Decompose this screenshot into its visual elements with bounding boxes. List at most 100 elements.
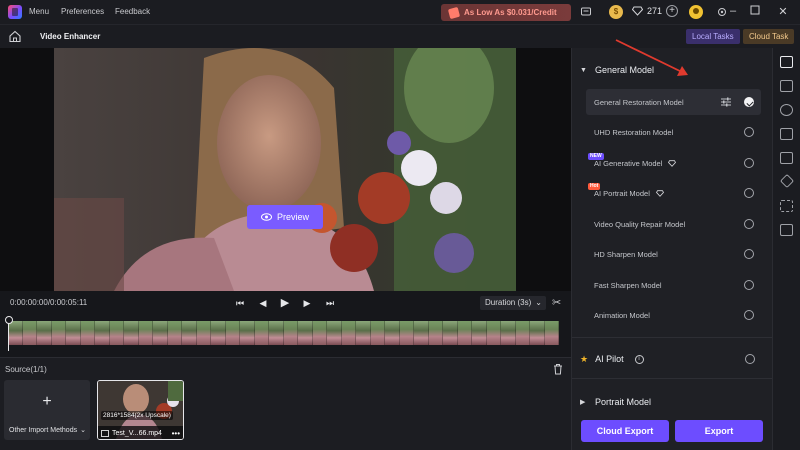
maximize-button[interactable]: [748, 5, 762, 19]
filmstrip-frame: [138, 321, 153, 345]
timecode: 0:00:00:00/0:00:05:11: [10, 298, 88, 307]
star-icon: ★: [580, 353, 589, 364]
filmstrip-frame: [22, 321, 37, 345]
ai-pilot-row[interactable]: ★ AI Pilot i: [572, 350, 773, 368]
clip-name: Test_V...66.mp4: [112, 429, 162, 437]
preferences-button[interactable]: Preferences: [61, 7, 104, 16]
model-label: General Restoration Model: [594, 97, 684, 107]
video-image: [54, 48, 516, 291]
scissors-icon[interactable]: ✂: [552, 296, 564, 310]
add-credits-button[interactable]: +: [666, 5, 679, 17]
video-enhancer-icon[interactable]: [780, 56, 793, 68]
radio[interactable]: [744, 249, 754, 259]
play-icon[interactable]: ▶: [278, 296, 292, 310]
minimize-button[interactable]: –: [726, 4, 740, 18]
model-hd-sharpen[interactable]: HD Sharpen Model: [586, 241, 761, 267]
model-animation[interactable]: Animation Model: [586, 302, 761, 328]
close-button[interactable]: ✕: [776, 5, 790, 19]
clip-name-row: Test_V...66.mp4 •••: [98, 426, 183, 439]
preview-button[interactable]: Preview: [247, 205, 323, 229]
filmstrip-frame: [501, 321, 516, 345]
skip-back-icon[interactable]: ⏮: [233, 296, 247, 310]
duration-label: Duration (3s): [485, 298, 532, 307]
coin-icon[interactable]: $: [609, 5, 623, 19]
radio-checked[interactable]: [744, 97, 754, 107]
filmstrip-frame: [80, 321, 95, 345]
filmstrip-frame: [399, 321, 414, 345]
source-panel: Source(1/1) + Other Import Methods ⌄ 281…: [0, 357, 571, 450]
promo-banner[interactable]: As Low As $0.031/Credit: [441, 4, 571, 21]
source-label: Source(1/1): [5, 365, 47, 374]
radio[interactable]: [744, 280, 754, 290]
timeline[interactable]: [0, 315, 571, 357]
model-general-restoration[interactable]: General Restoration Model: [586, 89, 761, 115]
filmstrip-frame: [254, 321, 269, 345]
edit-icon[interactable]: [780, 152, 793, 164]
home-icon[interactable]: [8, 30, 22, 43]
preview-area: Preview: [0, 48, 571, 291]
filmstrip-frame: [269, 321, 284, 345]
import-card[interactable]: + Other Import Methods ⌄: [4, 380, 90, 440]
model-video-quality-repair[interactable]: Video Quality Repair Model: [586, 211, 761, 237]
local-tasks-button[interactable]: Local Tasks: [686, 29, 740, 44]
model-fast-sharpen[interactable]: Fast Sharpen Model: [586, 272, 761, 298]
message-icon[interactable]: [580, 6, 592, 18]
interpolation-icon[interactable]: [780, 80, 793, 92]
radio[interactable]: [744, 127, 754, 137]
filmstrip-frame: [51, 321, 66, 345]
filmstrip-frame: [109, 321, 124, 345]
model-label: Video Quality Repair Model: [594, 219, 686, 229]
duration-select[interactable]: Duration (3s) ⌄: [480, 296, 546, 310]
filmstrip-frame: [211, 321, 226, 345]
skip-forward-icon[interactable]: ⏭: [323, 296, 337, 310]
app-logo: [8, 5, 22, 19]
export-video-icon[interactable]: [780, 224, 793, 236]
divider: [572, 378, 773, 379]
next-frame-icon[interactable]: ▶: [300, 296, 314, 310]
cloud-export-button[interactable]: Cloud Export: [581, 420, 669, 442]
diamond-icon: [668, 159, 677, 167]
preview-button-label: Preview: [276, 212, 309, 222]
settings-sliders-icon[interactable]: [721, 97, 731, 107]
eraser-icon[interactable]: [779, 173, 795, 189]
promo-text: As Low As $0.031/Credit: [464, 8, 557, 17]
triangle-right-icon: ▶: [580, 399, 586, 406]
radio[interactable]: [745, 354, 755, 364]
model-ai-generative[interactable]: NEW AI Generative Model: [586, 150, 761, 176]
filmstrip-frame: [486, 321, 501, 345]
filmstrip-frame: [95, 321, 110, 345]
image-enhancer-icon[interactable]: [780, 128, 793, 140]
menu-button[interactable]: Menu: [29, 7, 49, 16]
avatar[interactable]: [689, 5, 703, 19]
feedback-button[interactable]: Feedback: [115, 7, 150, 16]
radio[interactable]: [744, 158, 754, 168]
model-uhd-restoration[interactable]: UHD Restoration Model: [586, 119, 761, 145]
model-ai-portrait[interactable]: Hot AI Portrait Model: [586, 180, 761, 206]
model-label: AI Portrait Model: [594, 188, 650, 198]
filmstrip-frame: [370, 321, 385, 345]
colorize-icon[interactable]: [780, 104, 793, 116]
plus-icon: +: [42, 393, 52, 410]
chevron-down-icon[interactable]: ⌄: [80, 426, 86, 434]
info-icon[interactable]: i: [634, 354, 644, 364]
more-icon[interactable]: •••: [172, 429, 180, 438]
trash-icon[interactable]: [553, 363, 563, 375]
radio[interactable]: [744, 188, 754, 198]
radio[interactable]: [744, 219, 754, 229]
prev-frame-icon[interactable]: ◀: [256, 296, 270, 310]
radio[interactable]: [744, 310, 754, 320]
cloud-task-button[interactable]: Cloud Task: [743, 29, 795, 44]
filmstrip-frame: [515, 321, 530, 345]
filmstrip-frame: [8, 321, 23, 345]
export-button[interactable]: Export: [675, 420, 763, 442]
clip-card[interactable]: 2816*1584(2x Upscale) Test_V...66.mp4 ••…: [97, 380, 184, 440]
playhead[interactable]: [5, 316, 13, 351]
portrait-model-header[interactable]: ▶ Portrait Model: [572, 393, 773, 411]
portrait-model-label: Portrait Model: [595, 397, 652, 407]
filmstrip-frame: [327, 321, 342, 345]
filmstrip-frame: [443, 321, 458, 345]
title-bar: Menu Preferences Feedback As Low As $0.0…: [0, 0, 800, 24]
filmstrip[interactable]: [8, 321, 561, 345]
background-remover-icon[interactable]: [780, 200, 793, 212]
divider: [572, 337, 773, 338]
